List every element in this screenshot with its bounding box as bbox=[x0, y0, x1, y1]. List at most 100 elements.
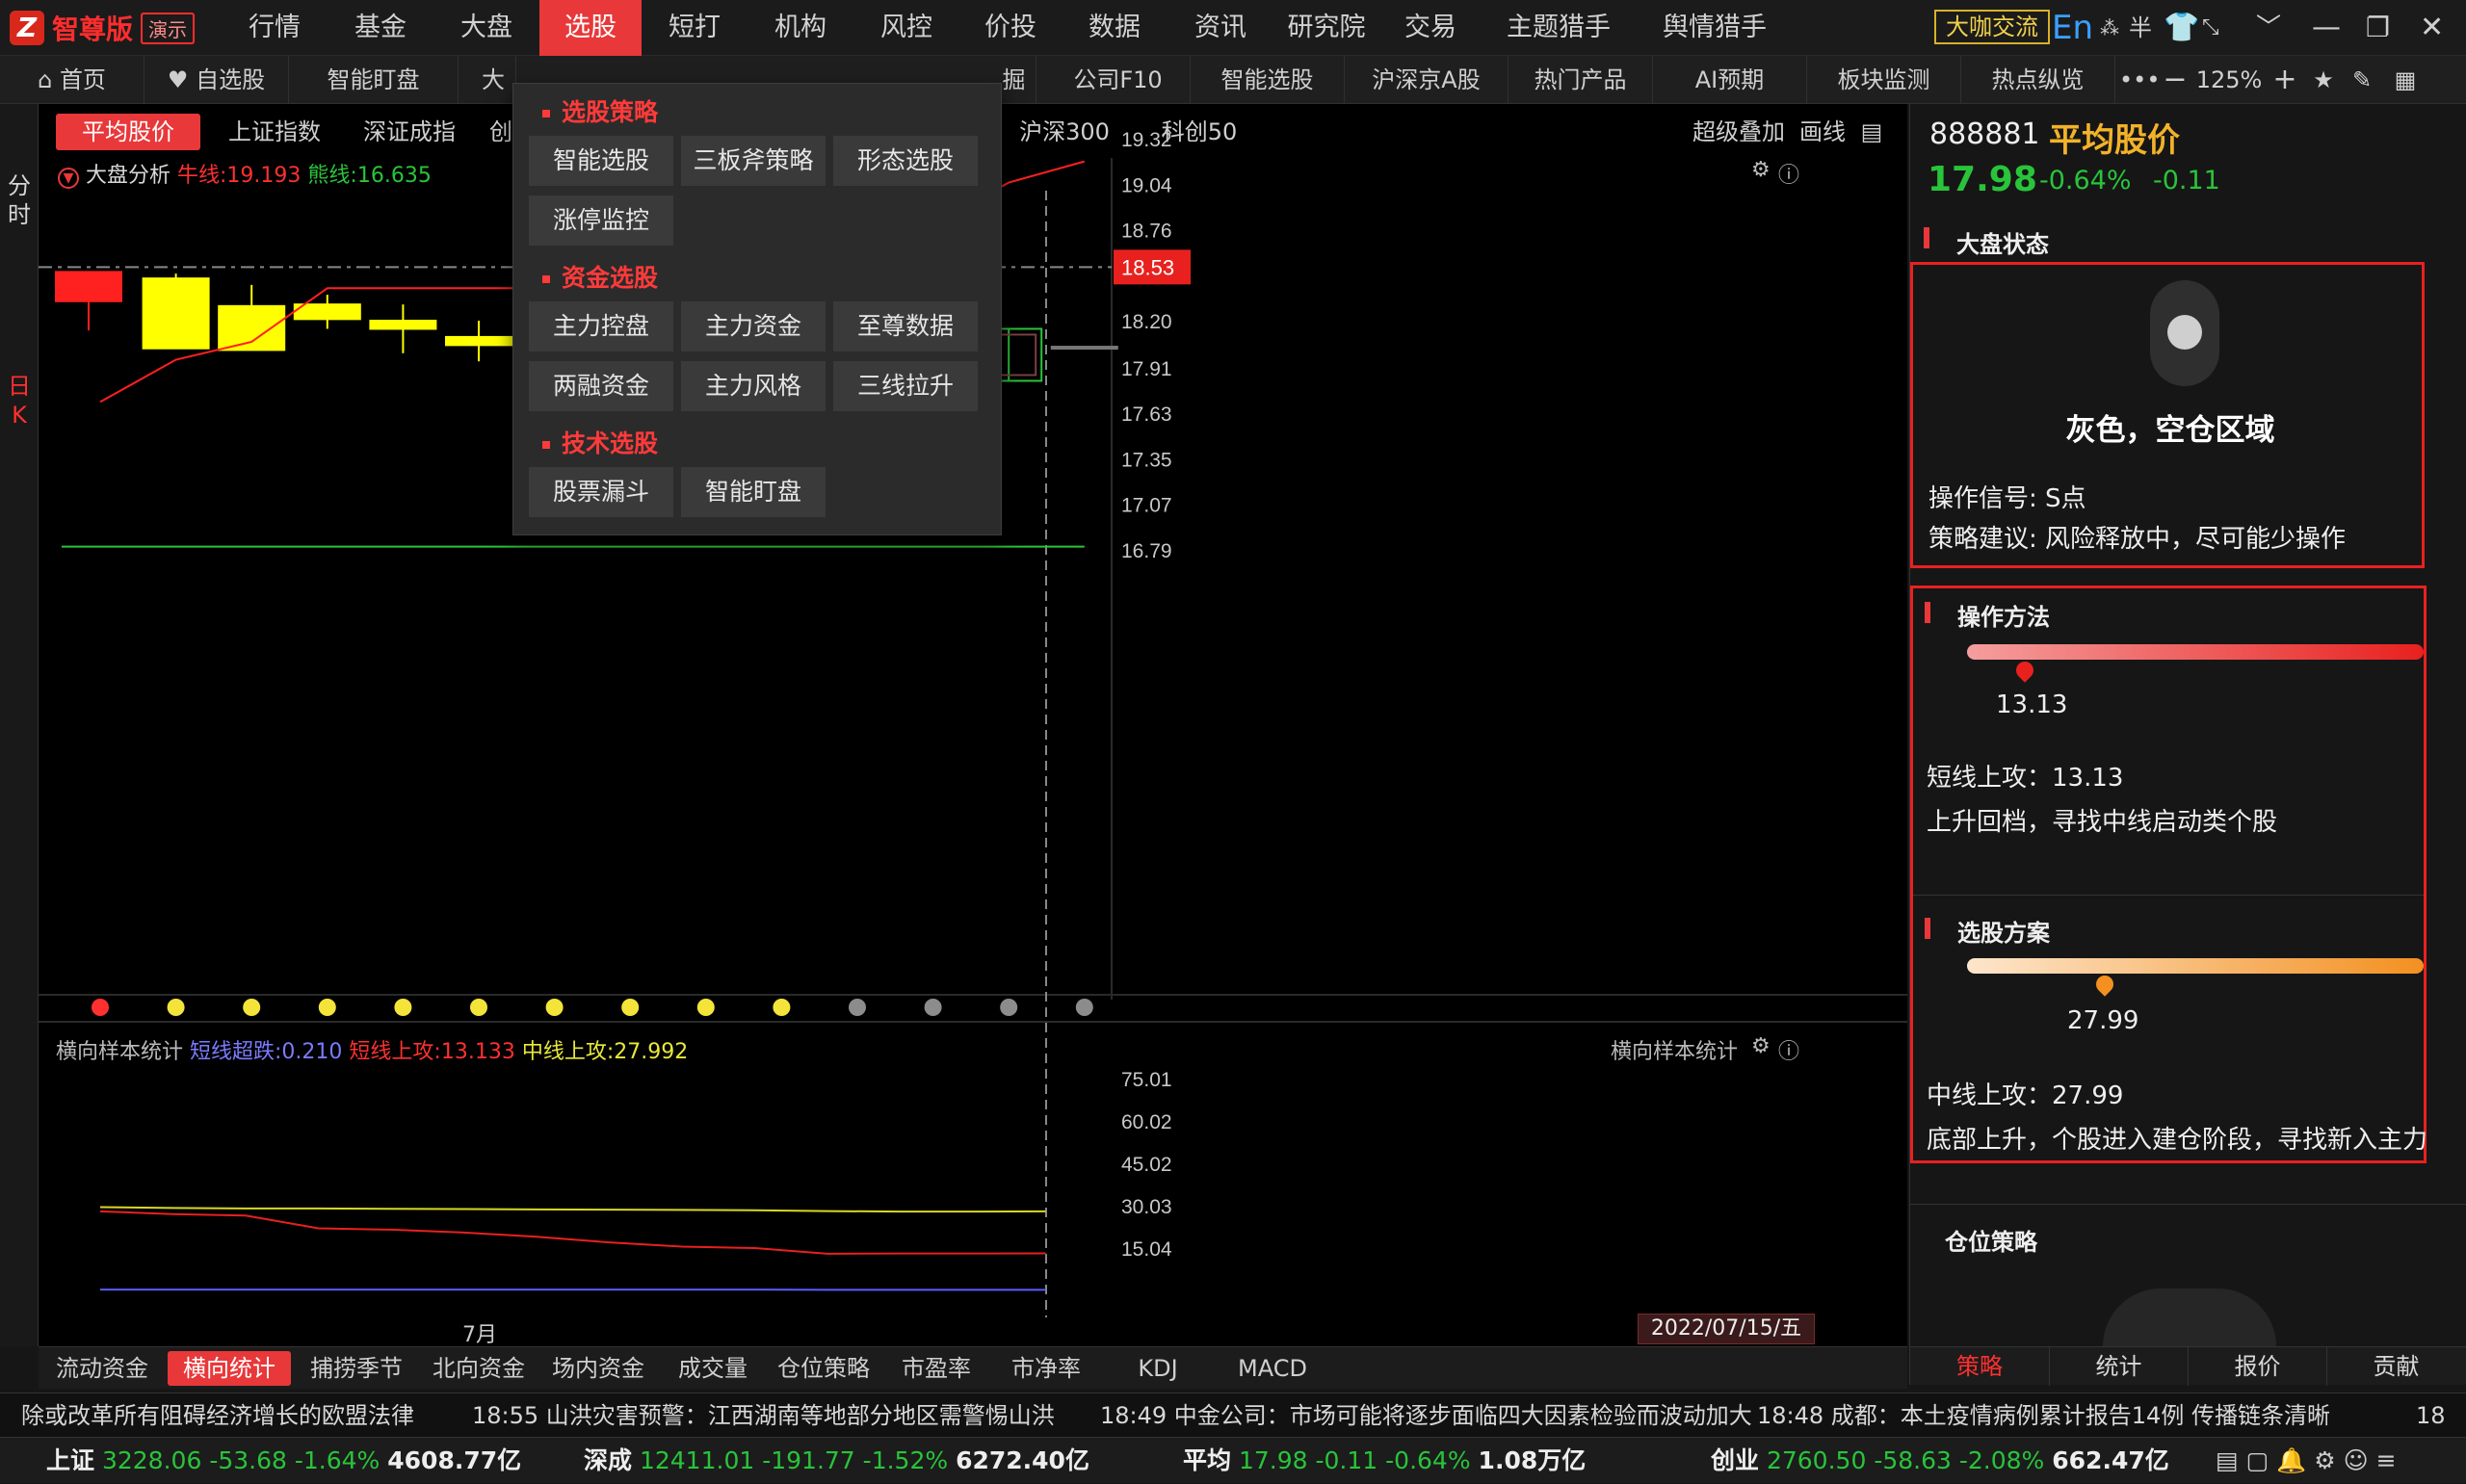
shirt-icon[interactable]: 👕 bbox=[2164, 0, 2199, 56]
status-sh[interactable]: 上证 3228.06 -53.68 -1.64% 4608.77亿 bbox=[46, 1438, 521, 1484]
menu-main-funds[interactable]: 主力资金 bbox=[681, 301, 826, 351]
nav-hangqing[interactable]: 行情 bbox=[222, 0, 328, 56]
nav-xuangu[interactable]: 选股 bbox=[539, 0, 642, 56]
menu-premium-data[interactable]: 至尊数据 bbox=[833, 301, 978, 351]
star-icon[interactable]: ★ bbox=[2304, 56, 2343, 104]
stock-picker-menu: 选股策略 智能选股 三板斧策略 形态选股 涨停监控 资金选股 主力控盘 主力资金… bbox=[512, 83, 1002, 535]
period-ri[interactable]: 日 bbox=[6, 372, 33, 401]
nav-jijin[interactable]: 基金 bbox=[328, 0, 433, 56]
position-gauge bbox=[2103, 1289, 2276, 1346]
minimize-icon[interactable]: — bbox=[2312, 0, 2341, 56]
tab-ai-forecast[interactable]: AI预期 bbox=[1653, 56, 1807, 104]
nav-zhuti[interactable]: 主题猎手 bbox=[1491, 0, 1626, 56]
more-icon[interactable]: ••• bbox=[2119, 56, 2158, 104]
sparkle-icon[interactable]: ⁂ bbox=[2100, 0, 2119, 56]
signal-dot bbox=[849, 999, 866, 1016]
lower-tick-label: 30.03 bbox=[1121, 1196, 1172, 1218]
news-item[interactable]: 18:49 中金公司：市场可能将逐步面临四大因素检验而波动加大 bbox=[1100, 1393, 1752, 1437]
menu-smart-watch[interactable]: 智能盯盘 bbox=[681, 467, 826, 517]
tab-market-analysis[interactable]: 大盘分析 bbox=[459, 56, 516, 104]
tab-hot-products[interactable]: 热门产品 bbox=[1508, 56, 1653, 104]
period-fen[interactable]: 分 bbox=[6, 171, 33, 200]
tab-smart-stock[interactable]: 智能选股 bbox=[1191, 56, 1345, 104]
nav-jigou[interactable]: 机构 bbox=[748, 0, 853, 56]
menu-three-line-rise[interactable]: 三线拉升 bbox=[833, 361, 978, 411]
tab-hidden-right[interactable]: 掘 bbox=[1002, 56, 1036, 104]
lower-tick-label: 75.01 bbox=[1121, 1069, 1172, 1091]
big-coffee-button[interactable]: 大咖交流 bbox=[1934, 10, 2050, 44]
menu-margin-funds[interactable]: 两融资金 bbox=[529, 361, 673, 411]
price-tick-label: 19.04 bbox=[1121, 174, 1172, 196]
btab-pb[interactable]: 市净率 bbox=[996, 1351, 1096, 1386]
tab-sector-monitor[interactable]: 板块监测 bbox=[1807, 56, 1961, 104]
menu-stock-funnel[interactable]: 股票漏斗 bbox=[529, 467, 673, 517]
period-k[interactable]: K bbox=[6, 401, 33, 430]
news-item[interactable]: 除或改革所有阻碍经济增长的欧盟法律 bbox=[21, 1393, 414, 1437]
zoom-out-icon[interactable]: − bbox=[2158, 56, 2192, 104]
tab-hotspot[interactable]: 热点纵览 bbox=[1961, 56, 2115, 104]
menu-pattern-pick[interactable]: 形态选股 bbox=[833, 136, 978, 186]
tab-f10[interactable]: 公司F10 bbox=[1046, 56, 1191, 104]
restore-icon[interactable]: ❐ bbox=[2366, 0, 2390, 56]
lower-settings-icon[interactable]: ⚙ bbox=[1751, 1034, 1771, 1058]
news-item[interactable]: 18:48 成都：本土疫情病例累计报告14例 传播链条清晰 bbox=[1757, 1393, 2330, 1437]
btab-onfloor[interactable]: 场内资金 bbox=[545, 1351, 651, 1386]
right-tab-quote[interactable]: 报价 bbox=[2188, 1347, 2326, 1386]
chevron-down-icon[interactable]: ﹀ bbox=[2256, 0, 2281, 56]
period-shi[interactable]: 时 bbox=[6, 200, 33, 229]
tab-watchlist[interactable]: ♥ 自选股 bbox=[144, 56, 289, 104]
nav-fengkong[interactable]: 风控 bbox=[853, 0, 959, 56]
btab-kdj[interactable]: KDJ bbox=[1108, 1351, 1208, 1386]
btab-macd[interactable]: MACD bbox=[1220, 1351, 1325, 1386]
nav-jiaoyi[interactable]: 交易 bbox=[1379, 0, 1482, 56]
shrink-icon[interactable]: ⤡ bbox=[2202, 0, 2219, 56]
nav-zixun[interactable]: 资讯 bbox=[1167, 0, 1273, 56]
nav-yanjiuyuan[interactable]: 研究院 bbox=[1273, 0, 1379, 56]
menu-limit-up-monitor[interactable]: 涨停监控 bbox=[529, 195, 673, 246]
series-short-attack: 短线上攻:13.133 bbox=[349, 1040, 514, 1064]
nav-dapan[interactable]: 大盘 bbox=[433, 0, 539, 56]
lower-help-icon[interactable]: ⓘ bbox=[1778, 1034, 1799, 1065]
btab-position[interactable]: 仓位策略 bbox=[771, 1351, 877, 1386]
nav-jiatou[interactable]: 价投 bbox=[959, 0, 1062, 56]
zoom-in-icon[interactable]: + bbox=[2266, 56, 2304, 104]
menu-main-control[interactable]: 主力控盘 bbox=[529, 301, 673, 351]
btab-liquidity[interactable]: 流动资金 bbox=[52, 1351, 152, 1386]
tab-smart-watch[interactable]: 智能盯盘 bbox=[289, 56, 459, 104]
price-tick-label: 17.07 bbox=[1121, 495, 1172, 517]
news-item[interactable]: 18 bbox=[2416, 1393, 2446, 1437]
tab-home[interactable]: ⌂ 首页 bbox=[0, 56, 144, 104]
language-toggle[interactable]: En bbox=[2052, 0, 2093, 56]
lower-tick-label: 15.04 bbox=[1121, 1238, 1172, 1261]
tab-hs-a[interactable]: 沪深京A股 bbox=[1345, 56, 1508, 104]
menu-three-axe[interactable]: 三板斧策略 bbox=[681, 136, 826, 186]
news-item[interactable]: 18:55 山洪灾害预警：江西湖南等地部分地区需警惕山洪 bbox=[472, 1393, 1055, 1437]
price-tick-label: 18.20 bbox=[1121, 311, 1172, 333]
btab-pe[interactable]: 市盈率 bbox=[886, 1351, 986, 1386]
grid-icon[interactable]: ▦ bbox=[2381, 56, 2429, 104]
right-tab-stats[interactable]: 统计 bbox=[2049, 1347, 2188, 1386]
close-icon[interactable]: ✕ bbox=[2420, 0, 2444, 56]
price-tick-label: 17.91 bbox=[1121, 358, 1172, 380]
right-tab-contribution[interactable]: 贡献 bbox=[2326, 1347, 2465, 1386]
nav-duanda[interactable]: 短打 bbox=[642, 0, 748, 56]
status-sz[interactable]: 深成 12411.01 -191.77 -1.52% 6272.40亿 bbox=[584, 1438, 1089, 1484]
section-strategy: 选股策略 bbox=[542, 93, 658, 128]
price-tick-label: 16.79 bbox=[1121, 540, 1172, 562]
menu-smart-pick[interactable]: 智能选股 bbox=[529, 136, 673, 186]
status-cy[interactable]: 创业 2760.50 -58.63 -2.08% 662.47亿 bbox=[1711, 1438, 2169, 1484]
right-tab-strategy[interactable]: 策略 bbox=[1910, 1347, 2049, 1386]
nav-shuju[interactable]: 数据 bbox=[1062, 0, 1167, 56]
half-toggle[interactable]: 半 bbox=[2129, 0, 2152, 56]
pen-icon[interactable]: ✎ bbox=[2343, 56, 2381, 104]
nav-yuqing[interactable]: 舆情猎手 bbox=[1647, 0, 1782, 56]
status-avg[interactable]: 平均 17.98 -0.11 -0.64% 1.08万亿 bbox=[1183, 1438, 1586, 1484]
btab-horizontal-stats[interactable]: 横向统计 bbox=[168, 1351, 291, 1386]
btab-fishing-season[interactable]: 捕捞季节 bbox=[301, 1351, 412, 1386]
btab-northbound[interactable]: 北向资金 bbox=[426, 1351, 532, 1386]
btab-volume[interactable]: 成交量 bbox=[663, 1351, 763, 1386]
signal-dot bbox=[925, 999, 942, 1016]
status-icons[interactable]: ▤ ▢ 🔔 ⚙ ☺ ≡ bbox=[2216, 1438, 2397, 1484]
candle-body bbox=[1052, 347, 1117, 349]
menu-main-style[interactable]: 主力风格 bbox=[681, 361, 826, 411]
